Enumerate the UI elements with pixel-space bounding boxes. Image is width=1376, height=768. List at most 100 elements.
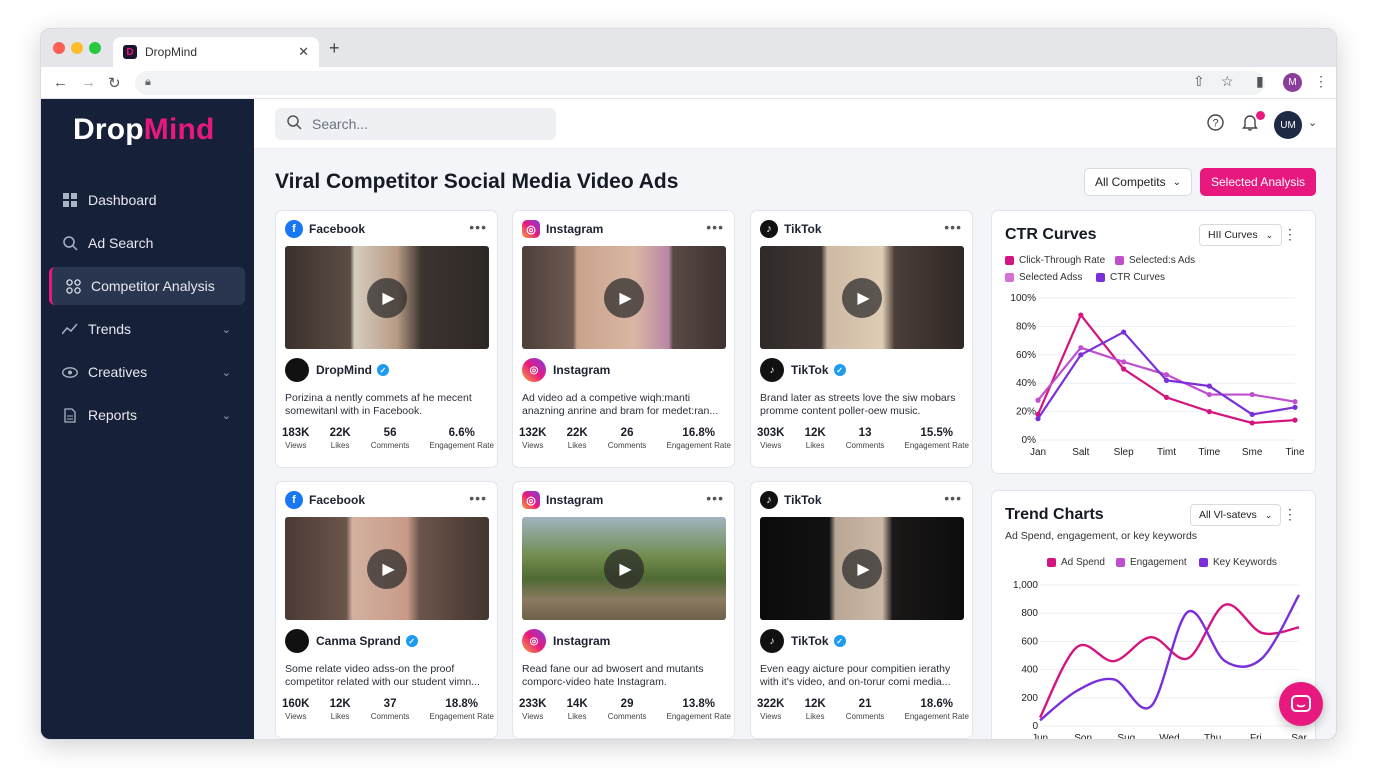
stat-value: 18.6% [920, 698, 954, 710]
video-thumbnail[interactable]: ▶ [522, 517, 726, 620]
stat-label: Likes [805, 712, 825, 721]
y-tick-label: 60% [1016, 350, 1036, 361]
user-avatar[interactable]: UM [1274, 111, 1302, 139]
address-bar[interactable]: 🔒︎ [135, 71, 1265, 95]
browser-tab[interactable]: D DropMind ✕ [113, 37, 319, 67]
video-thumbnail[interactable]: ▶ [285, 517, 489, 620]
stat-value: 12K [804, 427, 826, 439]
stat-value: 13 [858, 427, 872, 439]
sidebar-item-creatives[interactable]: Creatives ⌄ [49, 353, 245, 391]
sidebar-item-dashboard[interactable]: Dashboard [49, 181, 245, 219]
ad-card[interactable]: ◎ Instagram ••• ▶ ◎ Instagram Read fane ou… [512, 481, 735, 739]
play-icon[interactable]: ▶ [367, 549, 407, 589]
new-tab-button[interactable]: + [329, 38, 340, 59]
ad-card[interactable]: ♪ TikTok ••• ▶ ♪ TikTok ✓ Brand later as st… [750, 210, 973, 468]
panel-menu-icon[interactable]: ⋮ [1283, 506, 1297, 523]
play-icon[interactable]: ▶ [604, 278, 644, 318]
video-thumbnail[interactable]: ▶ [760, 517, 964, 620]
more-options-icon[interactable]: ••• [944, 490, 962, 506]
video-thumbnail[interactable]: ▶ [760, 246, 964, 349]
forward-arrow-icon[interactable]: → [81, 74, 96, 91]
ad-card[interactable]: ◎ Instagram ••• ▶ ◎ Instagram Ad video ad … [512, 210, 735, 468]
share-icon[interactable]: ⇧ [1193, 73, 1205, 90]
ctr-line-chart: 0% 20% 40% 60% 80% 100% Jan Salt Slep Timt Time Sme… [1010, 293, 1305, 458]
stat-value: 29 [620, 698, 634, 710]
play-icon[interactable]: ▶ [604, 549, 644, 589]
more-options-icon[interactable]: ••• [469, 490, 487, 506]
data-point [1035, 397, 1041, 403]
back-arrow-icon[interactable]: ← [53, 74, 68, 91]
stat-value: 233K [519, 698, 547, 710]
stat-value: 160K [282, 698, 310, 710]
sidebar-item-competitor-analysis[interactable]: Competitor Analysis [49, 267, 245, 305]
account-name[interactable]: Instagram [553, 363, 610, 377]
reload-icon[interactable]: ↻ [108, 74, 121, 92]
more-options-icon[interactable]: ••• [469, 219, 487, 235]
chat-icon [1291, 695, 1311, 712]
play-icon[interactable]: ▶ [367, 278, 407, 318]
legend-item: Selected:s Ads [1115, 255, 1195, 266]
more-options-icon[interactable]: ••• [706, 490, 724, 506]
browser-profile-avatar[interactable]: M [1283, 73, 1302, 92]
platform-name: TikTok [784, 493, 822, 507]
more-options-icon[interactable]: ••• [944, 219, 962, 235]
stat-label: Engagement Rate [904, 441, 969, 450]
account-avatar [285, 358, 309, 382]
data-point [1035, 416, 1041, 422]
chevron-down-icon[interactable]: ⌄ [222, 409, 231, 422]
more-options-icon[interactable]: ••• [706, 219, 724, 235]
stat-value: 13.8% [682, 698, 716, 710]
account-name[interactable]: Instagram [553, 634, 610, 648]
close-window-button[interactable] [53, 42, 65, 54]
browser-menu-icon[interactable]: ⋮ [1314, 73, 1328, 90]
curves-dropdown[interactable]: HII Curves ⌄ [1199, 224, 1283, 246]
x-tick-label: Son [1074, 733, 1092, 740]
legend-item: Selected Adss [1005, 272, 1082, 283]
minimize-window-button[interactable] [71, 42, 83, 54]
search-input[interactable]: Search... [275, 108, 556, 140]
sidebar-item-label: Trends [88, 321, 132, 337]
bookmark-star-icon[interactable]: ☆ [1221, 73, 1234, 90]
ad-card[interactable]: f Facebook ••• ▶ Canma Sprand ✓ Some relat… [275, 481, 498, 739]
chevron-down-icon[interactable]: ⌄ [1308, 116, 1317, 129]
maximize-window-button[interactable] [89, 42, 101, 54]
selected-analysis-button[interactable]: Selected Analysis [1200, 168, 1316, 196]
sidebar-item-ad-search[interactable]: Ad Search [49, 224, 245, 262]
ad-card[interactable]: f Facebook ••• ▶ DropMind ✓ Porizina a nen… [275, 210, 498, 468]
search-placeholder: Search... [312, 116, 369, 132]
trend-line-chart: 0 200 400 600 800 1,000 Jun Son Sug Wed Thu Fri Sar [1013, 580, 1307, 740]
y-tick-label: 1,000 [1013, 580, 1038, 591]
play-icon[interactable]: ▶ [842, 278, 882, 318]
account-name[interactable]: TikTok [791, 634, 829, 648]
play-icon[interactable]: ▶ [842, 549, 882, 589]
chat-support-button[interactable] [1279, 682, 1323, 726]
instagram-icon: ◎ [522, 220, 540, 238]
trend-filter-dropdown[interactable]: All Vl-satevs ⌄ [1190, 504, 1282, 526]
sidebar-item-label: Creatives [88, 364, 148, 380]
account-name[interactable]: Canma Sprand [316, 634, 401, 648]
ad-card[interactable]: ♪ TikTok ••• ▶ ♪ TikTok ✓ Even eagy aicture… [750, 481, 973, 739]
side-panel-icon[interactable]: ▮ [1256, 73, 1264, 90]
sidebar-item-reports[interactable]: Reports ⌄ [49, 396, 245, 434]
sidebar-item-trends[interactable]: Trends ⌄ [49, 310, 245, 348]
account-name[interactable]: TikTok [791, 363, 829, 377]
data-point [1163, 372, 1170, 378]
video-thumbnail[interactable]: ▶ [522, 246, 726, 349]
video-thumbnail[interactable]: ▶ [285, 246, 489, 349]
account-name[interactable]: DropMind [316, 363, 372, 377]
data-point [1078, 312, 1084, 318]
help-icon[interactable]: ? [1207, 114, 1224, 136]
panel-menu-icon[interactable]: ⋮ [1283, 226, 1297, 243]
platform-name: Facebook [309, 493, 366, 507]
y-tick-label: 200 [1021, 693, 1038, 704]
app-logo[interactable]: DropMind [73, 113, 215, 147]
card-header: f Facebook [285, 491, 365, 509]
legend-swatch [1005, 273, 1014, 282]
chevron-down-icon[interactable]: ⌄ [222, 366, 231, 379]
close-tab-icon[interactable]: ✕ [298, 44, 309, 60]
competitor-filter-dropdown[interactable]: All Competits ⌄ [1084, 168, 1192, 196]
account-avatar [285, 629, 309, 653]
stat-value: 14K [566, 698, 588, 710]
chevron-down-icon[interactable]: ⌄ [222, 323, 231, 336]
svg-text:?: ? [1212, 118, 1218, 130]
